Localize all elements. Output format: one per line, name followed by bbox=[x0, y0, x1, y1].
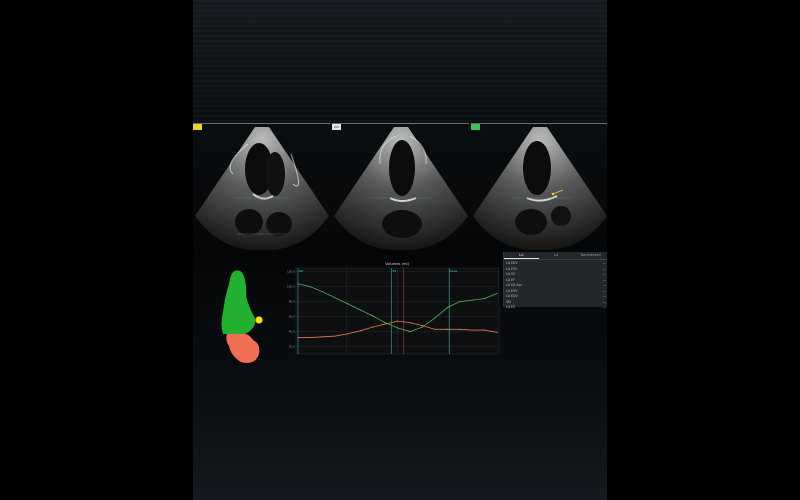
series-point bbox=[297, 283, 299, 285]
series-point bbox=[372, 315, 374, 317]
tab-1[interactable]: LA bbox=[539, 252, 574, 259]
series-point bbox=[322, 336, 324, 338]
y-tick-label: 80.0 bbox=[289, 300, 295, 304]
series-point bbox=[496, 331, 498, 333]
series-point bbox=[347, 303, 349, 305]
series-point bbox=[471, 299, 473, 301]
ultrasound-image bbox=[195, 127, 329, 251]
analysis-area: Volumes (ml) ED ES Peak 120.0 100.0 80.0 60.0… bbox=[193, 252, 607, 500]
series-point bbox=[471, 329, 473, 331]
series-point bbox=[384, 323, 386, 325]
series-point bbox=[446, 307, 448, 309]
series-point bbox=[384, 321, 386, 324]
series-point bbox=[309, 286, 312, 288]
ultrasound-image bbox=[334, 127, 468, 251]
series-point bbox=[483, 298, 486, 300]
series-point bbox=[434, 328, 436, 330]
series-point bbox=[409, 321, 411, 324]
series-point bbox=[496, 292, 498, 295]
series-point bbox=[483, 329, 486, 331]
view-3ch[interactable] bbox=[471, 124, 607, 252]
event-marker-label: ED bbox=[299, 269, 304, 273]
measurement-panel: LA LA Normalized LA EDV... LA ESV... LA SV..… bbox=[503, 252, 607, 309]
series-point bbox=[372, 326, 374, 328]
series-point bbox=[359, 309, 361, 311]
echo-viewer: 2ch Volumes (ml) ED ES Peak 120.0 100.0 … bbox=[193, 0, 607, 500]
series-point bbox=[334, 335, 336, 337]
series-point bbox=[434, 317, 436, 319]
series-point bbox=[396, 320, 399, 322]
series-point bbox=[421, 324, 423, 327]
y-tick-label: 120.0 bbox=[287, 270, 295, 274]
measurement-value: ... bbox=[602, 305, 606, 309]
y-tick-label: 60.0 bbox=[289, 315, 295, 319]
apical-views: 2ch bbox=[193, 124, 607, 252]
series-point bbox=[421, 326, 423, 328]
series-point bbox=[459, 301, 461, 303]
volume-chart: Volumes (ml) ED ES Peak 120.0 100.0 80.0 60.0… bbox=[285, 258, 503, 360]
view-tag: 2ch bbox=[332, 124, 341, 130]
event-marker-label: Peak bbox=[450, 269, 457, 273]
chart-title: Volumes (ml) bbox=[385, 262, 409, 266]
measurement-label: LA ES bbox=[506, 305, 516, 309]
y-tick-label: 40.0 bbox=[289, 330, 295, 334]
measurement-row: LA ES... bbox=[506, 305, 606, 311]
series-point bbox=[309, 336, 312, 339]
series-point bbox=[359, 330, 361, 332]
chamber-model[interactable] bbox=[215, 268, 275, 368]
series-point bbox=[347, 333, 349, 335]
tab-2[interactable]: Normalized bbox=[573, 252, 607, 259]
ultrasound-image bbox=[473, 127, 607, 251]
view-color-tag bbox=[471, 124, 480, 130]
view-color-tag bbox=[193, 124, 202, 130]
tab-0[interactable]: LA bbox=[504, 252, 539, 259]
y-tick-label: 20.0 bbox=[289, 345, 295, 349]
series-point bbox=[396, 327, 399, 329]
view-2ch[interactable]: 2ch bbox=[332, 124, 470, 252]
series-point bbox=[297, 336, 299, 339]
series-point bbox=[459, 328, 461, 330]
event-marker-label: ES bbox=[393, 269, 397, 273]
series-point bbox=[446, 328, 448, 330]
view-4ch[interactable] bbox=[193, 124, 331, 252]
series-point bbox=[409, 330, 411, 333]
y-tick-label: 100.0 bbox=[287, 285, 295, 289]
mmode-strip bbox=[193, 0, 607, 123]
series-point bbox=[334, 297, 336, 299]
series-point bbox=[322, 291, 324, 293]
